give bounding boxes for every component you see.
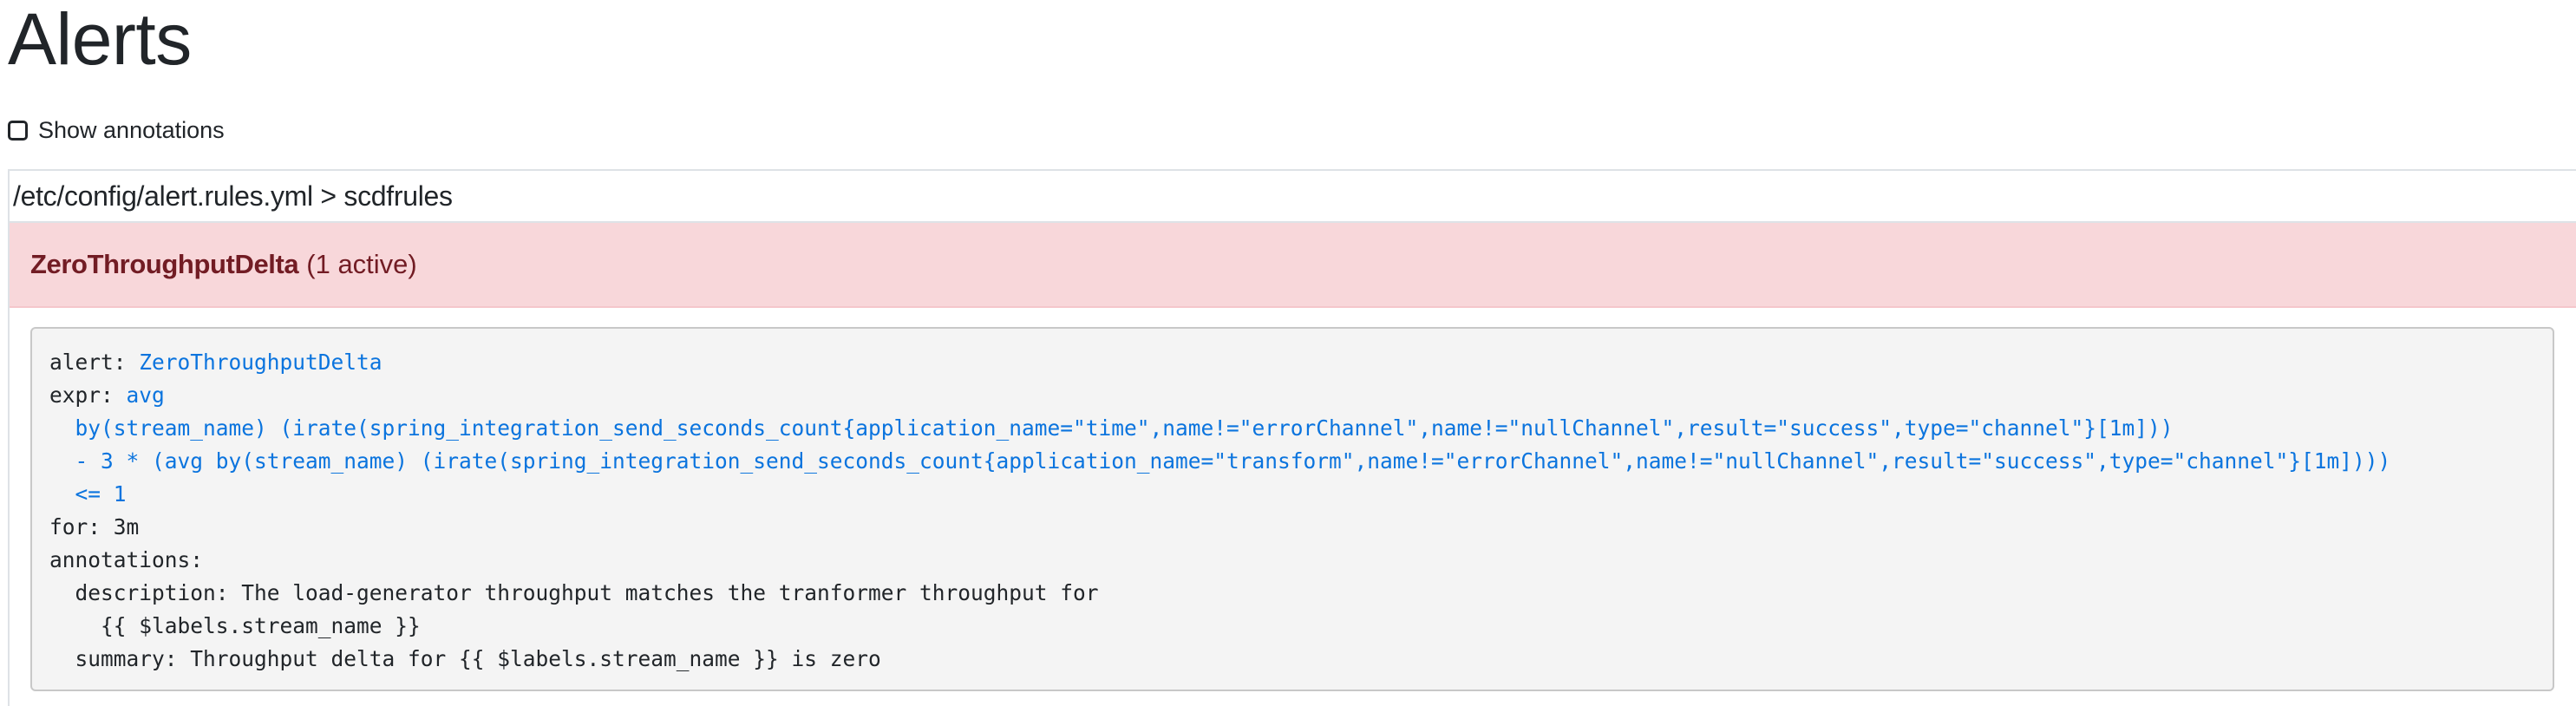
page-title: Alerts bbox=[8, 0, 192, 80]
code-value-expr-2: by(stream_name) (irate(spring_integratio… bbox=[49, 415, 2174, 441]
code-line-expr: expr: avg bbox=[49, 379, 2553, 412]
code-key-alert: alert: bbox=[49, 350, 127, 375]
code-line-description-1: description: The load-generator throughp… bbox=[49, 580, 1099, 605]
alert-rule-definition: alert: ZeroThroughputDelta expr: avg by(s… bbox=[30, 327, 2554, 691]
alerts-page: Alerts Show annotations /etc/config/aler… bbox=[0, 0, 2576, 706]
code-line-annotations: annotations: bbox=[49, 547, 204, 572]
code-line-summary: summary: Throughput delta for {{ $labels… bbox=[49, 646, 881, 671]
code-value-expr-4: <= 1 bbox=[49, 481, 127, 507]
alert-name[interactable]: ZeroThroughputDelta bbox=[30, 249, 299, 280]
show-annotations-label: Show annotations bbox=[38, 116, 225, 143]
code-value-expr-1: avg bbox=[126, 382, 165, 408]
code-line-for: for: 3m bbox=[49, 514, 140, 539]
alert-active-count: (1 active) bbox=[306, 249, 417, 279]
rule-code-block: alert: ZeroThroughputDelta expr: avg by(s… bbox=[49, 346, 2553, 676]
code-line-alert: alert: ZeroThroughputDelta bbox=[49, 346, 2553, 379]
show-annotations-toggle[interactable]: Show annotations bbox=[8, 114, 225, 146]
rule-group: /etc/config/alert.rules.yml > scdfrules … bbox=[8, 169, 2576, 706]
code-value-alert: ZeroThroughputDelta bbox=[139, 350, 382, 375]
alert-row-zerothroughputdelta[interactable]: ZeroThroughputDelta (1 active) bbox=[10, 223, 2576, 308]
code-line-description-2: {{ $labels.stream_name }} bbox=[49, 613, 421, 638]
show-annotations-checkbox[interactable] bbox=[8, 120, 28, 141]
code-key-expr: expr: bbox=[49, 382, 114, 408]
rule-group-header: /etc/config/alert.rules.yml > scdfrules bbox=[10, 171, 2576, 223]
code-value-expr-3: - 3 * (avg by(stream_name) (irate(spring… bbox=[49, 448, 2391, 474]
